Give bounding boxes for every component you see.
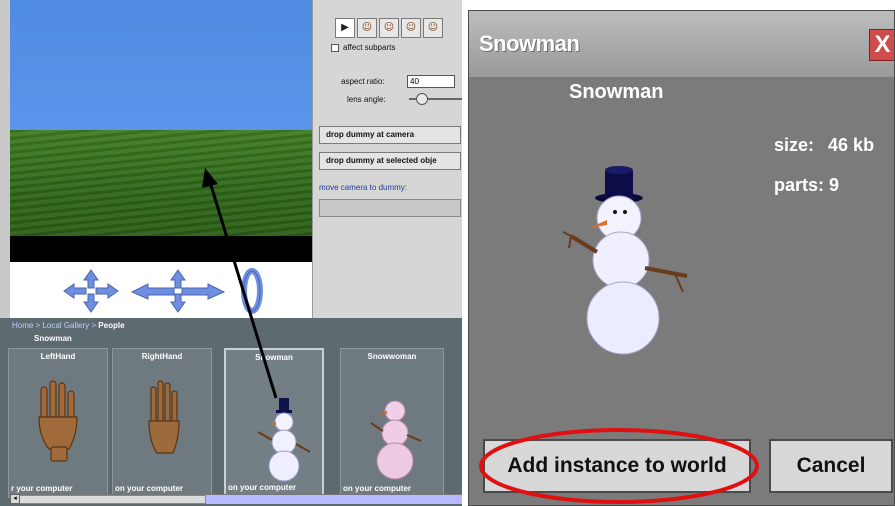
snowman-thumbnail: [257, 398, 311, 482]
drop-dummy-camera-button[interactable]: drop dummy at camera: [319, 126, 461, 144]
pointer-icon[interactable]: ▶: [335, 18, 355, 38]
add-instance-button[interactable]: Add instance to world: [483, 439, 751, 493]
dummy-select-field[interactable]: [319, 199, 461, 217]
add-instance-dialog: Snowman X Snowman size: 46 kb parts: 9 Ad…: [468, 10, 895, 506]
world-editor: ▶ ☺ ☺ ☺ ☺ affect subparts aspect ratio: …: [0, 0, 462, 506]
size-value: 46 kb: [828, 135, 875, 155]
snowwoman-thumbnail: [370, 400, 422, 480]
ground: [10, 130, 312, 236]
tile-name: RightHand: [141, 352, 183, 361]
rotate-camera-icon[interactable]: [238, 268, 268, 314]
breadcrumb-separator: >: [89, 321, 99, 330]
gallery-tile-snowwoman[interactable]: Snowwoman on your computer: [340, 348, 444, 498]
drop-dummy-selected-button[interactable]: drop dummy at selected obje: [319, 152, 461, 170]
affect-subparts-label: affect subparts: [343, 43, 396, 52]
breadcrumb-local-gallery[interactable]: Local Gallery: [42, 321, 89, 330]
aspect-ratio-input[interactable]: 40: [407, 75, 455, 88]
lens-angle-slider-knob[interactable]: [416, 93, 428, 105]
breadcrumb-home[interactable]: Home: [12, 321, 33, 330]
tile-name: Snowwoman: [367, 352, 417, 361]
properties-panel: ▶ ☺ ☺ ☺ ☺ affect subparts aspect ratio: …: [312, 0, 462, 318]
tile-footer: on your computer: [343, 484, 412, 493]
turn-camera-icon[interactable]: [128, 268, 228, 314]
ground-edge: [10, 236, 312, 262]
move-icon[interactable]: ☺: [357, 18, 377, 38]
gallery-title: Snowman: [34, 334, 72, 343]
size-info: size: 46 kb: [774, 135, 874, 156]
move-camera-icon[interactable]: [60, 268, 122, 314]
tile-footer: on your computer: [228, 483, 297, 492]
rotate-icon[interactable]: ☺: [401, 18, 421, 38]
dialog-titlebar[interactable]: Snowman X: [469, 11, 894, 77]
close-icon[interactable]: X: [869, 29, 894, 61]
cancel-button[interactable]: Cancel: [769, 439, 893, 493]
move-camera-to-dummy-link[interactable]: move camera to dummy:: [319, 183, 407, 192]
breadcrumb-people: People: [98, 321, 125, 330]
hand-thumbnail: [148, 380, 180, 454]
tile-name: LeftHand: [40, 352, 76, 361]
world-view[interactable]: [10, 0, 312, 262]
tile-name: Snowman: [255, 353, 293, 362]
gallery-tile-righthand[interactable]: RightHand on your computer: [112, 348, 212, 498]
dialog-heading: Snowman: [569, 81, 664, 103]
turn-icon[interactable]: ☺: [379, 18, 399, 38]
gallery-scrollbar-thumb[interactable]: [10, 495, 206, 504]
snowman-preview: [562, 166, 688, 355]
parts-value: 9: [829, 175, 840, 195]
hand-thumbnail: [38, 380, 78, 462]
dialog-window-title: Snowman: [479, 31, 580, 56]
affect-subparts-checkbox[interactable]: [331, 44, 339, 52]
tile-footer: r your computer: [11, 484, 73, 493]
gallery-panel: Home > Local Gallery > People Snowman Le…: [0, 318, 462, 506]
gallery-tile-snowman[interactable]: Snowman on your computer: [224, 348, 324, 498]
tile-footer: on your computer: [115, 484, 184, 493]
aspect-ratio-label: aspect ratio:: [341, 77, 385, 86]
sky: [10, 0, 312, 130]
parts-label: parts:: [774, 175, 825, 195]
camera-controls: [10, 262, 312, 318]
resize-icon[interactable]: ☺: [423, 18, 443, 38]
parts-info: parts: 9: [774, 175, 839, 196]
scroll-left-icon[interactable]: ◂: [10, 494, 20, 504]
gallery-tile-lefthand[interactable]: LeftHand r your computer: [8, 348, 108, 498]
size-label: size:: [774, 135, 815, 155]
breadcrumb: Home > Local Gallery > People: [12, 321, 125, 330]
lens-angle-label: lens angle:: [347, 95, 386, 104]
